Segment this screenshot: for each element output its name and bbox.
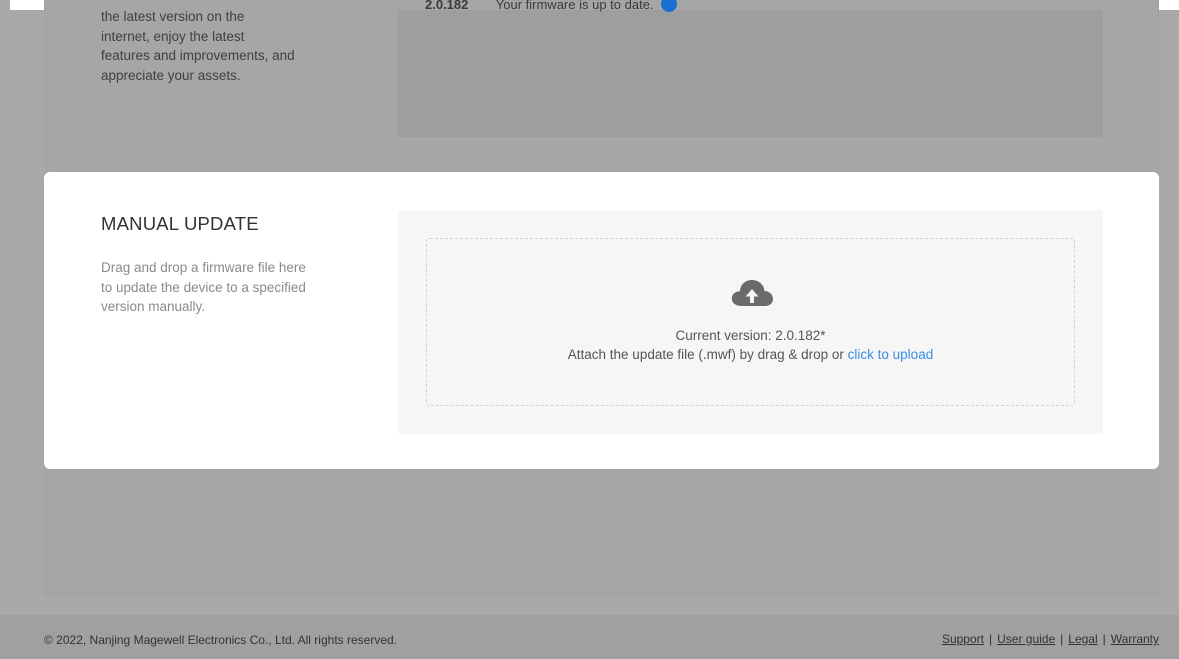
footer-link-user-guide[interactable]: User guide xyxy=(997,632,1055,646)
status-check-icon xyxy=(661,0,678,12)
current-version-text: Current version: 2.0.182* xyxy=(675,328,826,343)
copyright-text: © 2022, Nanjing Magewell Electronics Co.… xyxy=(44,633,398,647)
attach-text: Attach the update file (.mwf) by drag & … xyxy=(567,347,848,362)
upload-panel: Current version: 2.0.182* Attach the upd… xyxy=(398,210,1103,434)
firmware-dropzone[interactable]: Current version: 2.0.182* Attach the upd… xyxy=(426,238,1075,406)
footer-link-legal[interactable]: Legal xyxy=(1068,632,1097,646)
description-line: the latest version on the xyxy=(101,9,245,24)
footer-links: Support | User guide | Legal | Warranty xyxy=(942,632,1159,646)
footer-link-warranty[interactable]: Warranty xyxy=(1111,632,1159,646)
click-to-upload-link[interactable]: click to upload xyxy=(848,347,934,362)
section-title: MANUAL UPDATE xyxy=(101,213,259,234)
description-line: internet, enjoy the latest xyxy=(101,28,245,44)
online-update-panel xyxy=(398,10,1103,137)
description-line: features and improvements, and xyxy=(101,48,295,63)
attach-instructions: Attach the update file (.mwf) by drag & … xyxy=(427,347,1074,362)
link-separator: | xyxy=(1060,632,1064,646)
footer-link-support[interactable]: Support xyxy=(942,632,984,646)
cloud-upload-icon xyxy=(731,280,773,306)
firmware-status: 2.0.182 Your firmware is up to date. xyxy=(425,0,678,12)
online-update-description: the latest version on the internet, enjo… xyxy=(101,7,331,85)
manual-update-section: MANUAL UPDATE Drag and drop a firmware f… xyxy=(44,172,1159,469)
link-separator: | xyxy=(988,632,993,646)
status-text: Your firmware is up to date. xyxy=(495,0,654,12)
section-description: Drag and drop a firmware file here to up… xyxy=(101,260,306,314)
link-separator: | xyxy=(1102,632,1106,646)
installed-version: 2.0.182 xyxy=(425,0,469,12)
description-line: appreciate your assets. xyxy=(101,67,241,83)
footer: © 2022, Nanjing Magewell Electronics Co.… xyxy=(0,615,1179,659)
